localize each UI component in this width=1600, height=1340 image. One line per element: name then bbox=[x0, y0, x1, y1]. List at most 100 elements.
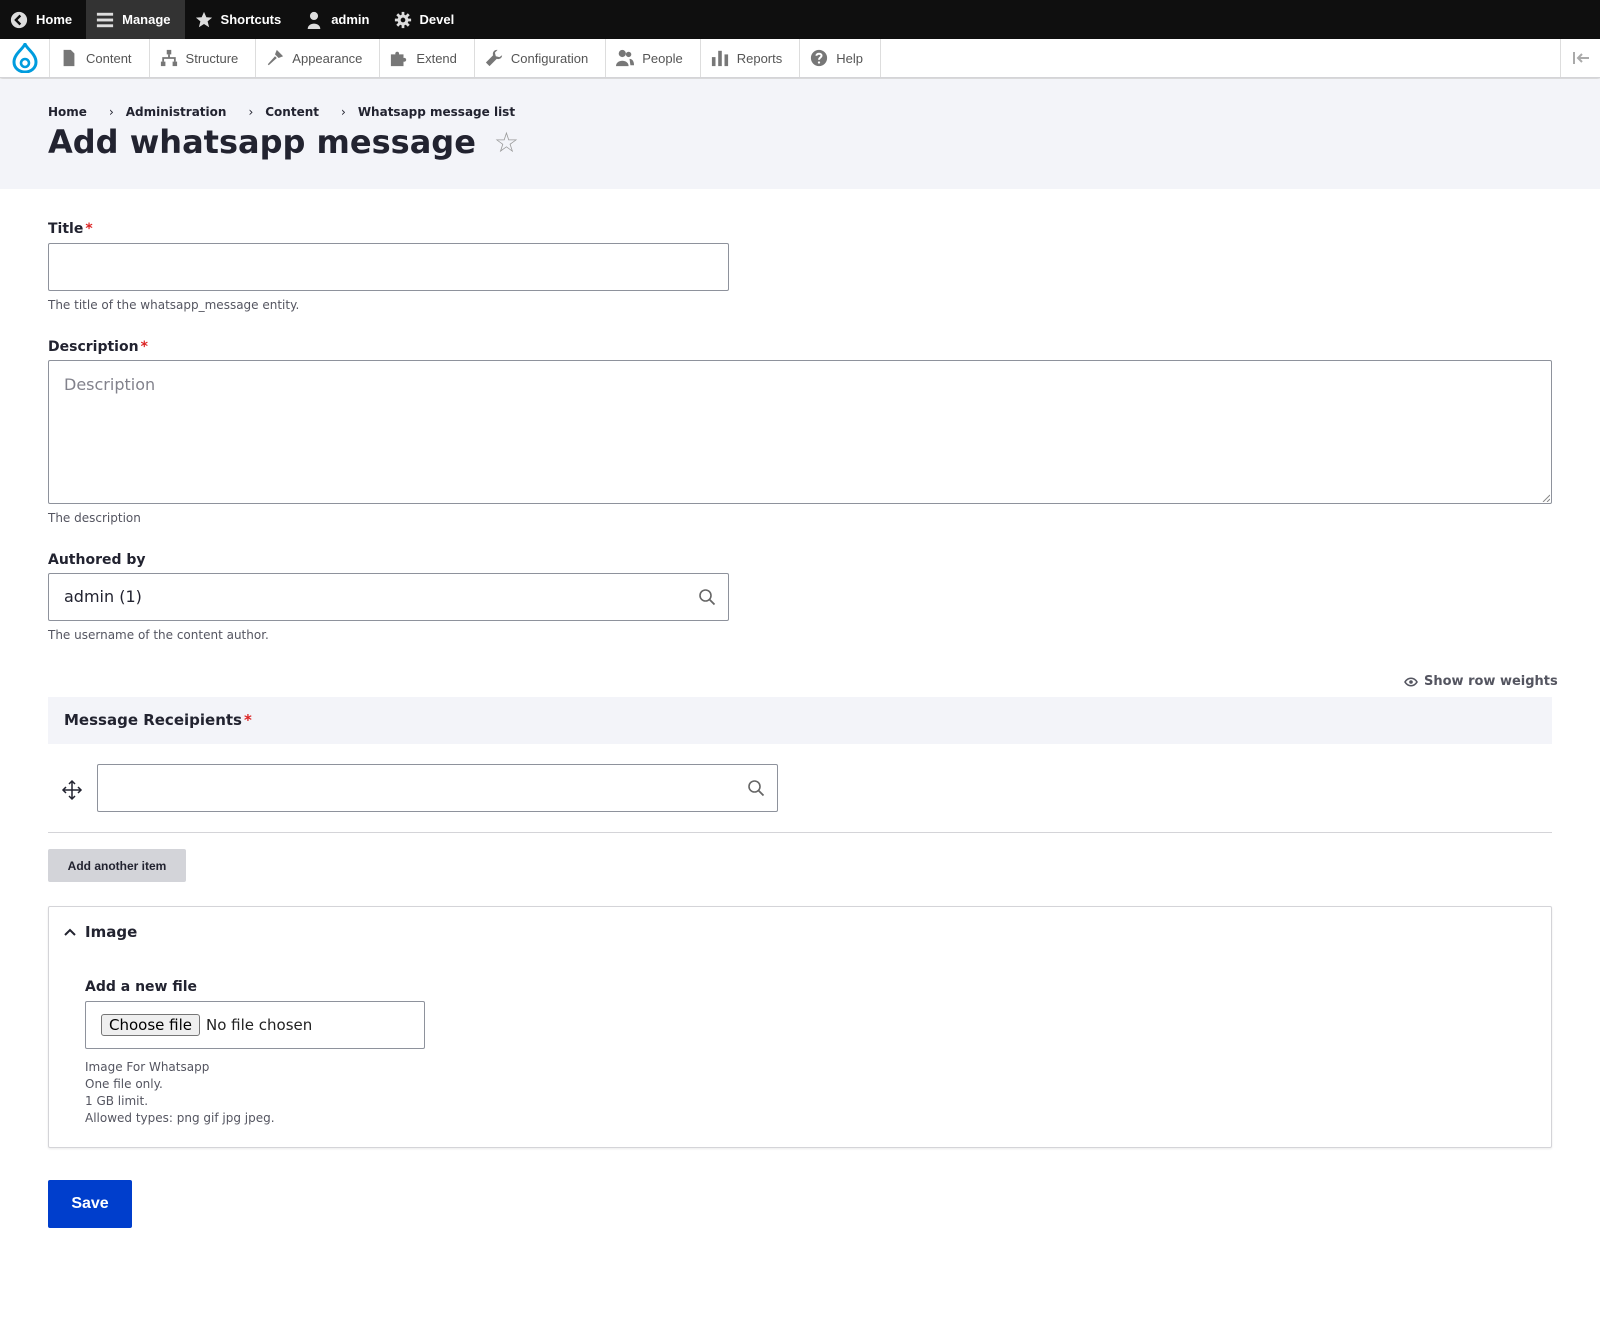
toolbar-home[interactable]: Home bbox=[0, 0, 86, 39]
title-description: The title of the whatsapp_message entity… bbox=[48, 298, 300, 312]
toolbar-shortcuts[interactable]: Shortcuts bbox=[185, 0, 296, 39]
bar-chart-icon bbox=[711, 50, 728, 67]
eye-icon bbox=[1404, 676, 1418, 687]
puzzle-icon bbox=[391, 51, 407, 67]
breadcrumb-content[interactable]: Content bbox=[265, 105, 319, 119]
tray-item-label: Structure bbox=[185, 50, 239, 66]
file-status: No file chosen bbox=[206, 1016, 313, 1034]
table-divider bbox=[48, 832, 1552, 833]
breadcrumb-whatsapp-list[interactable]: Whatsapp message list bbox=[358, 105, 515, 119]
toolbar-user-label: admin bbox=[331, 12, 370, 27]
tray-item-help[interactable]: Help bbox=[800, 39, 881, 77]
recipients-label: Message Receipients * bbox=[64, 711, 252, 729]
description-label: Description * bbox=[48, 339, 148, 355]
shortcut-star-icon[interactable]: ☆ bbox=[494, 126, 519, 159]
breadcrumb-separator: › bbox=[341, 105, 346, 119]
admin-tray: Content Structure Appearance Extend Conf… bbox=[0, 39, 1600, 78]
tray-item-label: Configuration bbox=[510, 50, 589, 66]
save-button[interactable]: Save bbox=[48, 1180, 132, 1228]
back-arrow-icon bbox=[10, 11, 28, 28]
recipients-label-text: Message Receipients bbox=[64, 711, 242, 729]
file-help-line: 1 GB limit. bbox=[85, 1094, 149, 1108]
breadcrumb-separator: › bbox=[248, 105, 254, 119]
image-summary-label: Image bbox=[85, 923, 138, 941]
show-row-weights-toggle[interactable]: Show row weights bbox=[1404, 674, 1558, 689]
hamburger-icon bbox=[97, 12, 114, 27]
breadcrumb-home[interactable]: Home bbox=[48, 105, 87, 119]
people-icon bbox=[616, 49, 635, 67]
toolbar-devel-label: Devel bbox=[419, 12, 455, 27]
search-icon bbox=[748, 780, 765, 797]
sitemap-icon bbox=[160, 49, 177, 67]
file-help: Image For Whatsapp One file only. 1 GB l… bbox=[85, 1059, 275, 1127]
add-another-item-button[interactable]: Add another item bbox=[48, 849, 186, 882]
gear-icon bbox=[394, 11, 411, 28]
author-label: Authored by bbox=[48, 552, 146, 568]
collapse-left-icon bbox=[1572, 52, 1589, 64]
description-textarea[interactable]: Description bbox=[48, 360, 1552, 504]
resize-handle-icon[interactable] bbox=[1542, 494, 1550, 502]
title-label-text: Title bbox=[48, 221, 84, 237]
chevron-up-icon bbox=[64, 928, 76, 936]
star-icon bbox=[195, 11, 212, 27]
file-upload-widget: Choose file No file chosen bbox=[85, 1001, 425, 1049]
document-icon bbox=[63, 49, 75, 67]
required-marker: * bbox=[85, 221, 93, 237]
recipient-autocomplete-input[interactable] bbox=[97, 764, 778, 812]
required-marker: * bbox=[243, 711, 252, 729]
toolbar-manage[interactable]: Manage bbox=[86, 0, 185, 39]
page-title-row: Add whatsapp message ☆ bbox=[48, 123, 519, 161]
image-details: Image Add a new file Choose file No file… bbox=[48, 906, 1552, 1148]
tray-item-content[interactable]: Content bbox=[50, 39, 150, 77]
description-help: The description bbox=[48, 511, 141, 525]
author-autocomplete-input[interactable]: admin (1) bbox=[48, 573, 729, 621]
breadcrumb-separator: › bbox=[108, 105, 114, 119]
drupal-logo[interactable] bbox=[0, 39, 50, 77]
tray-item-label: Help bbox=[836, 50, 863, 66]
title-label: Title * bbox=[48, 221, 93, 237]
recipients-table-header: Message Receipients * bbox=[48, 697, 1552, 744]
description-placeholder: Description bbox=[64, 375, 156, 394]
tray-item-label: Appearance bbox=[292, 50, 363, 66]
show-row-weights-label: Show row weights bbox=[1424, 674, 1558, 689]
tray-item-label: People bbox=[642, 50, 683, 66]
tray-item-label: Content bbox=[86, 50, 132, 66]
toolbar-home-label: Home bbox=[36, 12, 73, 27]
file-help-line: One file only. bbox=[85, 1077, 163, 1091]
choose-file-button[interactable]: Choose file bbox=[101, 1014, 200, 1036]
file-label: Add a new file bbox=[85, 979, 198, 995]
title-input[interactable] bbox=[48, 243, 729, 291]
tray-item-label: Extend bbox=[416, 50, 457, 66]
toolbar-user[interactable]: admin bbox=[295, 0, 383, 39]
tray-orientation-toggle[interactable] bbox=[1560, 39, 1600, 77]
user-icon bbox=[307, 11, 321, 29]
file-help-line: Allowed types: png gif jpg jpeg. bbox=[85, 1111, 275, 1125]
image-details-summary[interactable]: Image bbox=[63, 923, 137, 941]
tray-item-structure[interactable]: Structure bbox=[150, 39, 257, 77]
tray-item-appearance[interactable]: Appearance bbox=[256, 39, 381, 77]
toolbar-manage-label: Manage bbox=[122, 12, 171, 27]
search-icon bbox=[699, 589, 716, 606]
author-value: admin (1) bbox=[64, 587, 142, 606]
tray-item-people[interactable]: People bbox=[606, 39, 701, 77]
file-help-line: Image For Whatsapp bbox=[85, 1060, 210, 1074]
drupal-drop-icon bbox=[11, 43, 38, 73]
toolbar-devel[interactable]: Devel bbox=[384, 0, 469, 39]
tray-item-extend[interactable]: Extend bbox=[380, 39, 475, 77]
toolbar-shortcuts-label: Shortcuts bbox=[220, 12, 282, 27]
tray-spacer bbox=[881, 39, 1560, 77]
page-title: Add whatsapp message bbox=[48, 123, 476, 161]
help-icon bbox=[811, 49, 828, 67]
author-help: The username of the content author. bbox=[48, 628, 269, 642]
tray-item-reports[interactable]: Reports bbox=[701, 39, 801, 77]
breadcrumb-administration[interactable]: Administration bbox=[126, 105, 227, 119]
tray-item-label: Reports bbox=[736, 50, 783, 66]
page-header: Home › Administration › Content › Whatsa… bbox=[0, 79, 1600, 189]
required-marker: * bbox=[140, 339, 148, 355]
tray-item-configuration[interactable]: Configuration bbox=[475, 39, 607, 77]
description-label-text: Description bbox=[48, 339, 139, 355]
brush-icon bbox=[268, 49, 284, 66]
wrench-icon bbox=[485, 49, 503, 67]
drag-handle-icon[interactable] bbox=[60, 778, 84, 802]
breadcrumb: Home › Administration › Content › Whatsa… bbox=[48, 105, 515, 119]
